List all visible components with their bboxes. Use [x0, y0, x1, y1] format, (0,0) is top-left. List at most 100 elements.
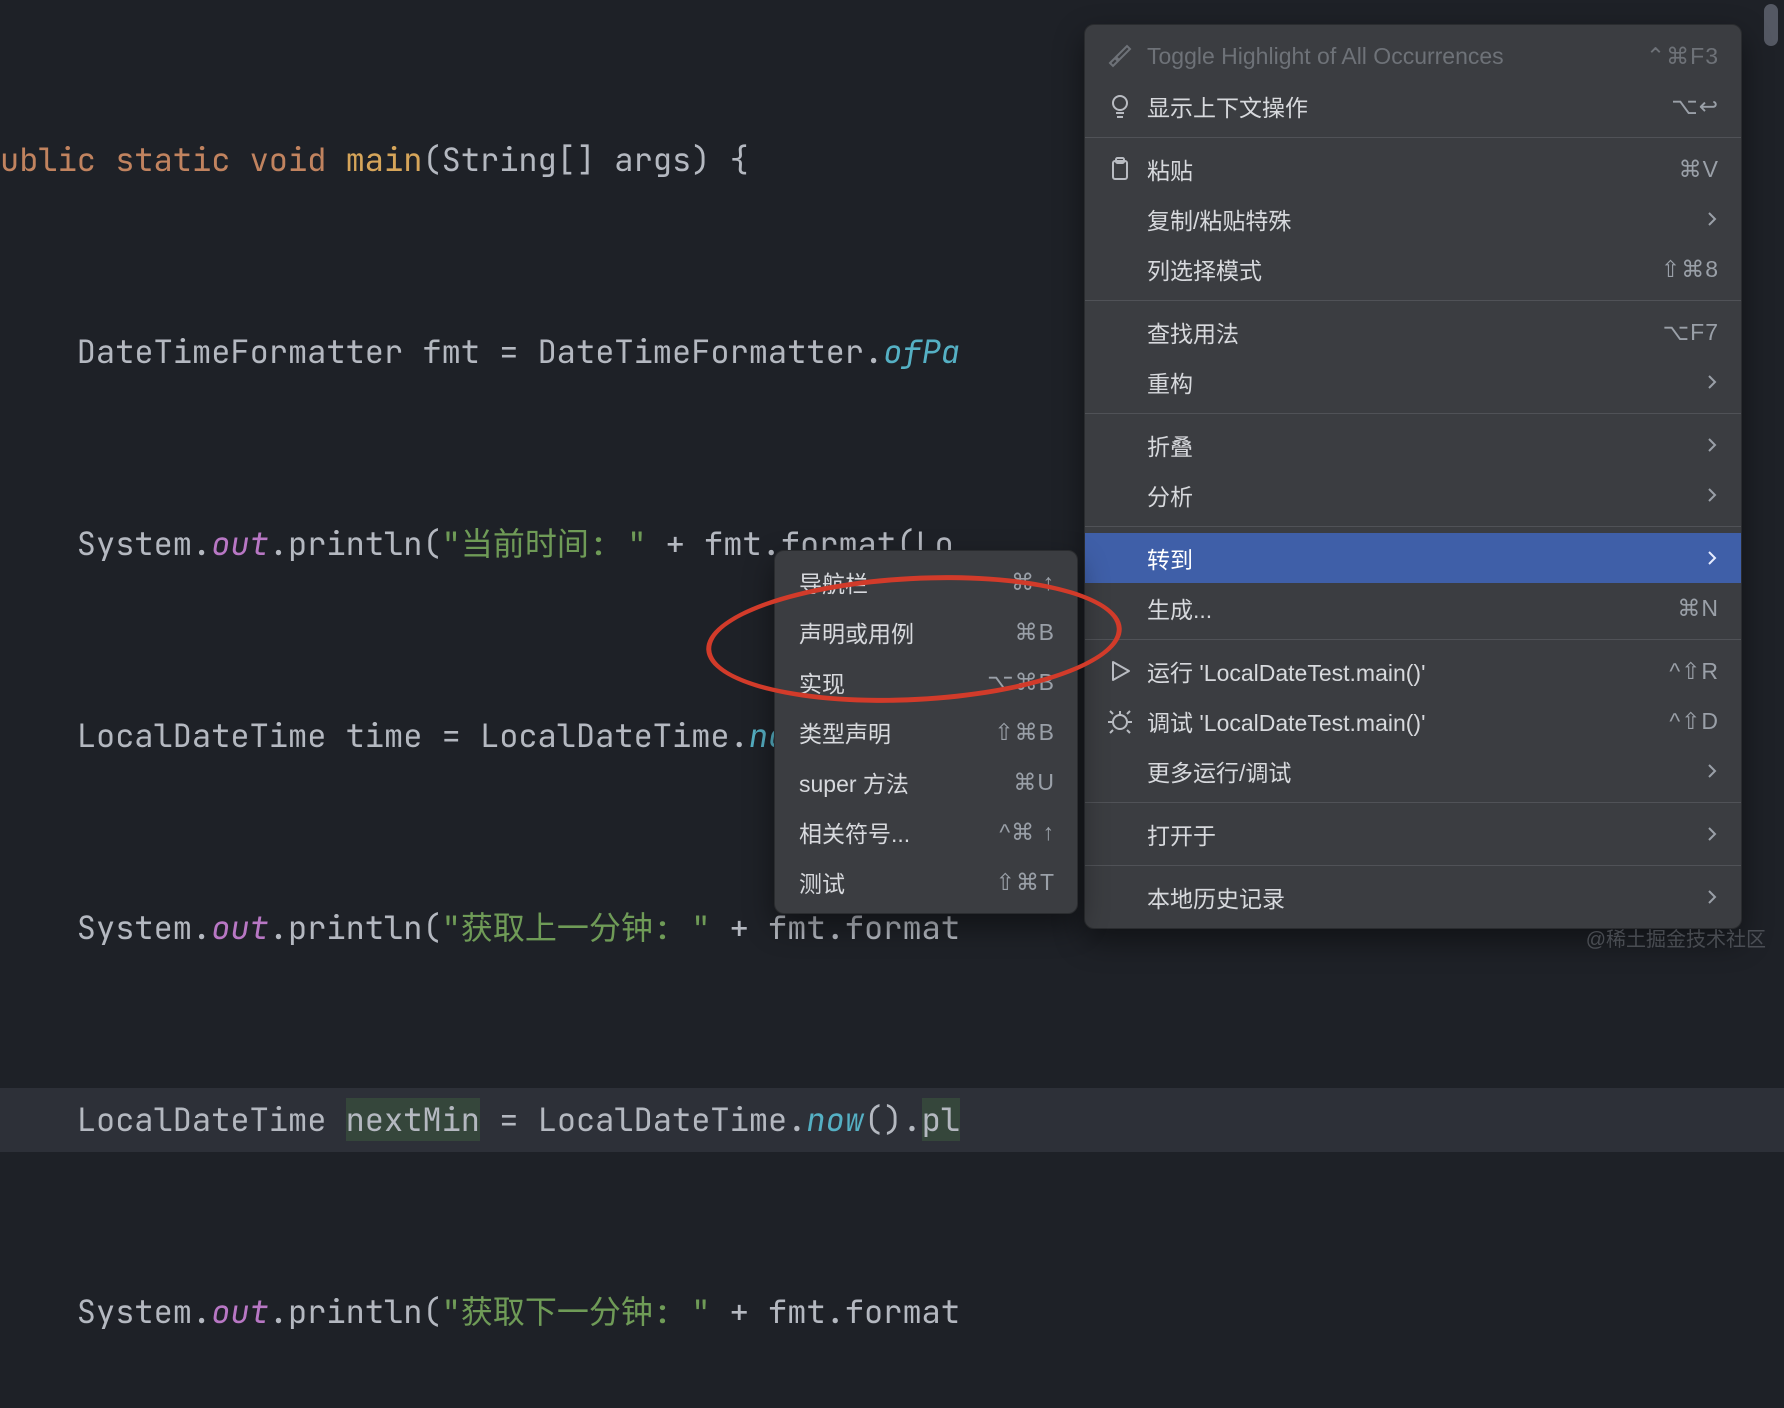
icon-spacer	[1107, 369, 1133, 395]
menu-item-shortcut: ⇧⌘T	[996, 869, 1055, 896]
menu-item-label: 折叠	[1147, 428, 1193, 462]
menu-item-shortcut	[1705, 211, 1719, 227]
menu-item[interactable]: 运行 'LocalDateTest.main()' ^⇧R	[1085, 646, 1741, 696]
menu-item[interactable]: 查找用法 ⌥F7	[1085, 307, 1741, 357]
menu-item[interactable]: 类型声明⇧⌘B	[775, 707, 1077, 757]
icon-spacer	[1107, 432, 1133, 458]
menu-item-label: 声明或用例	[799, 615, 914, 649]
menu-item-label: 重构	[1147, 365, 1193, 399]
icon-spacer	[1107, 595, 1133, 621]
icon-spacer	[1107, 545, 1133, 571]
menu-item-shortcut: ⌃⌘F3	[1646, 43, 1719, 70]
menu-item-label: 本地历史记录	[1147, 880, 1285, 914]
menu-item-shortcut: ^⇧R	[1669, 658, 1719, 685]
menu-item[interactable]: super 方法 ⌘U	[775, 757, 1077, 807]
menu-item-shortcut	[1705, 889, 1719, 905]
menu-item-label: 打开于	[1147, 817, 1216, 851]
menu-item-shortcut: ⌘ ↑	[1011, 569, 1055, 596]
menu-item[interactable]: 列选择模式 ⇧⌘8	[1085, 244, 1741, 294]
chevron-right-icon	[1705, 550, 1719, 566]
menu-item-shortcut: ⌥↩	[1671, 93, 1719, 120]
code-line-active: LocalDateTime nextMin = LocalDateTime.no…	[0, 1088, 1784, 1152]
menu-item-shortcut: ^⇧D	[1669, 708, 1719, 735]
menu-item-shortcut: ⌘V	[1679, 156, 1719, 183]
menu-item-shortcut	[1705, 437, 1719, 453]
menu-item-label: 类型声明	[799, 715, 891, 749]
menu-item-shortcut	[1705, 374, 1719, 390]
menu-item[interactable]: 测试 ⇧⌘T	[775, 857, 1077, 907]
menu-item[interactable]: 显示上下文操作 ⌥↩	[1085, 81, 1741, 131]
menu-item[interactable]: 转到	[1085, 533, 1741, 583]
menu-item[interactable]: 导航栏 ⌘ ↑	[775, 557, 1077, 607]
chevron-right-icon	[1705, 889, 1719, 905]
context-menu[interactable]: Toggle Highlight of All Occurrences⌃⌘F3显…	[1084, 24, 1742, 929]
menu-item[interactable]: 重构	[1085, 357, 1741, 407]
chevron-right-icon	[1705, 763, 1719, 779]
vertical-scrollbar[interactable]	[1764, 4, 1778, 46]
menu-item: Toggle Highlight of All Occurrences⌃⌘F3	[1085, 31, 1741, 81]
menu-item[interactable]: 更多运行/调试	[1085, 746, 1741, 796]
menu-item[interactable]: 打开于	[1085, 809, 1741, 859]
menu-item-shortcut: ⌥⌘B	[987, 669, 1055, 696]
menu-item-label: 粘贴	[1147, 152, 1193, 186]
menu-item-label: 测试	[799, 865, 845, 899]
menu-item[interactable]: 本地历史记录	[1085, 872, 1741, 922]
menu-item-label: super 方法	[799, 765, 909, 799]
menu-item-shortcut: ⌥F7	[1663, 319, 1719, 346]
menu-item-label: 显示上下文操作	[1147, 89, 1308, 123]
menu-item-shortcut	[1705, 826, 1719, 842]
menu-item-shortcut: ⇧⌘8	[1661, 256, 1719, 283]
menu-item[interactable]: 实现⌥⌘B	[775, 657, 1077, 707]
watermark: @稀土掘金技术社区	[1586, 923, 1766, 952]
chevron-right-icon	[1705, 374, 1719, 390]
menu-item[interactable]: 生成... ⌘N	[1085, 583, 1741, 633]
bulb-icon	[1107, 93, 1133, 119]
menu-item-label: 列选择模式	[1147, 252, 1262, 286]
menu-separator	[1085, 413, 1741, 414]
chevron-right-icon	[1705, 437, 1719, 453]
menu-item[interactable]: 相关符号... ^⌘ ↑	[775, 807, 1077, 857]
play-icon	[1107, 658, 1133, 684]
menu-separator	[1085, 300, 1741, 301]
menu-item-shortcut	[1705, 550, 1719, 566]
menu-item[interactable]: 分析	[1085, 470, 1741, 520]
menu-item-label: 调试 'LocalDateTest.main()'	[1147, 704, 1425, 738]
chevron-right-icon	[1705, 826, 1719, 842]
menu-item-label: 生成...	[1147, 591, 1212, 625]
icon-spacer	[1107, 319, 1133, 345]
menu-item-shortcut: ⌘B	[1015, 619, 1055, 646]
menu-item-shortcut: ⌘U	[1013, 769, 1055, 796]
menu-item-shortcut	[1705, 763, 1719, 779]
menu-item-shortcut: ^⌘ ↑	[999, 819, 1055, 846]
menu-item-label: 运行 'LocalDateTest.main()'	[1147, 654, 1425, 688]
menu-item-label: 复制/粘贴特殊	[1147, 202, 1291, 236]
menu-item-label: 导航栏	[799, 565, 868, 599]
menu-separator	[1085, 526, 1741, 527]
menu-item[interactable]: 调试 'LocalDateTest.main()' ^⇧D	[1085, 696, 1741, 746]
icon-spacer	[1107, 884, 1133, 910]
icon-spacer	[1107, 482, 1133, 508]
icon-spacer	[1107, 256, 1133, 282]
menu-item[interactable]: 复制/粘贴特殊	[1085, 194, 1741, 244]
menu-item-label: 相关符号...	[799, 815, 910, 849]
chevron-right-icon	[1705, 487, 1719, 503]
menu-separator	[1085, 639, 1741, 640]
code-line: System.out.println("获取下一分钟: " + fmt.form…	[0, 1280, 1784, 1344]
menu-item-shortcut: ⌘N	[1677, 595, 1719, 622]
goto-submenu[interactable]: 导航栏 ⌘ ↑ 声明或用例 ⌘B 实现⌥⌘B类型声明⇧⌘B super 方法 ⌘U 相关符号.…	[774, 550, 1078, 914]
menu-item-label: 更多运行/调试	[1147, 754, 1291, 788]
menu-separator	[1085, 137, 1741, 138]
menu-separator	[1085, 865, 1741, 866]
menu-item[interactable]: 粘贴 ⌘V	[1085, 144, 1741, 194]
menu-item[interactable]: 声明或用例 ⌘B	[775, 607, 1077, 657]
icon-spacer	[1107, 206, 1133, 232]
highlight-icon	[1107, 43, 1133, 69]
menu-item-label: 查找用法	[1147, 315, 1239, 349]
menu-separator	[1085, 802, 1741, 803]
clipboard-icon	[1107, 156, 1133, 182]
menu-item[interactable]: 折叠	[1085, 420, 1741, 470]
menu-item-label: 转到	[1147, 541, 1193, 575]
menu-item-label: 分析	[1147, 478, 1193, 512]
menu-item-shortcut	[1705, 487, 1719, 503]
bug-icon	[1107, 708, 1133, 734]
